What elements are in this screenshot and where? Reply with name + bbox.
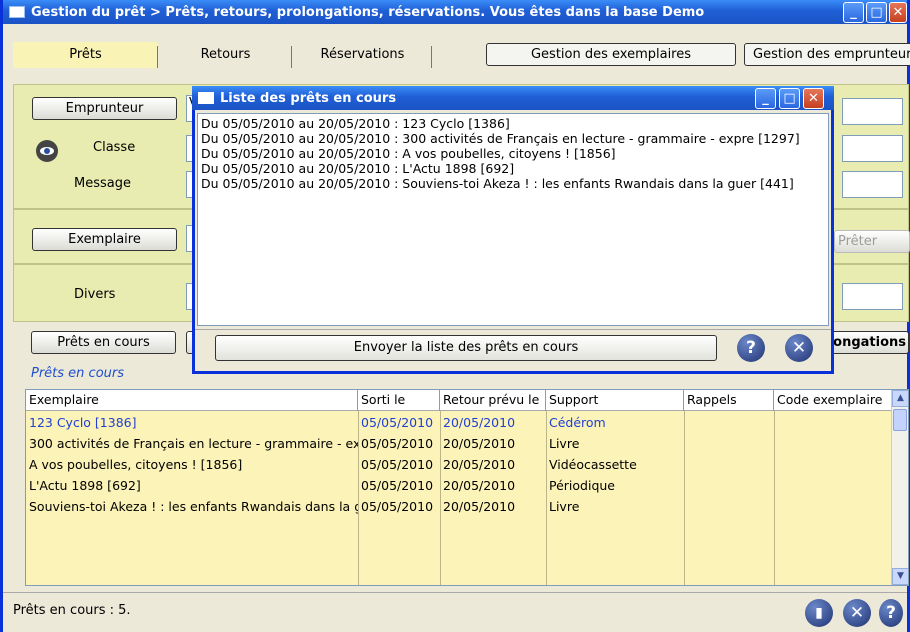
list-item: Du 05/05/2010 au 20/05/2010 : Souviens-t… xyxy=(201,176,794,191)
dialog-close-icon[interactable]: ✕ xyxy=(785,334,813,362)
scroll-thumb[interactable] xyxy=(893,409,907,431)
cell-exemplaire: 300 activités de Français en lecture - g… xyxy=(29,436,358,451)
cell-exemplaire: L'Actu 1898 [692] xyxy=(29,478,141,493)
scroll-down-icon[interactable]: ▼ xyxy=(892,568,908,585)
col-retour-prevu[interactable]: Retour prévu le xyxy=(440,390,546,411)
cell-exemplaire: A vos poubelles, citoyens ! [1856] xyxy=(29,457,243,472)
message-label: Message xyxy=(74,176,131,191)
col-support[interactable]: Support xyxy=(546,390,684,411)
emprunteur-button[interactable]: Emprunteur xyxy=(32,97,177,120)
minimize-button[interactable]: _ xyxy=(843,2,864,23)
cell-sorti: 05/05/2010 xyxy=(361,436,434,451)
right-field-2[interactable] xyxy=(842,135,903,162)
tab-prets[interactable]: Prêts xyxy=(13,42,158,68)
cell-retour: 20/05/2010 xyxy=(443,415,516,430)
loans-table-header: Exemplaire Sorti le Retour prévu le Supp… xyxy=(26,390,894,411)
col-exemplaire[interactable]: Exemplaire xyxy=(26,390,358,411)
cell-retour: 20/05/2010 xyxy=(443,499,516,514)
cell-support: Périodique xyxy=(549,478,615,493)
cell-support: Livre xyxy=(549,499,580,514)
dialog-title-bar: Liste des prêts en cours _ □ ✕ xyxy=(192,86,834,110)
scroll-up-icon[interactable]: ▲ xyxy=(892,390,908,407)
cell-exemplaire: Souviens-toi Akeza ! : les enfants Rwand… xyxy=(29,499,358,514)
col-code-exemplaire[interactable]: Code exemplaire xyxy=(774,390,894,411)
gestion-exemplaires-button[interactable]: Gestion des exemplaires xyxy=(486,43,736,66)
cell-retour: 20/05/2010 xyxy=(443,436,516,451)
dialog-minimize-button[interactable]: _ xyxy=(755,88,776,109)
classe-label: Classe xyxy=(93,140,136,155)
tab-retours[interactable]: Retours xyxy=(163,42,288,68)
col-sorti-le[interactable]: Sorti le xyxy=(358,390,440,411)
cell-support: Cédérom xyxy=(549,415,606,430)
tab-reservations[interactable]: Réservations xyxy=(295,42,430,68)
list-item: Du 05/05/2010 au 20/05/2010 : 300 activi… xyxy=(201,131,800,146)
prets-en-cours-button[interactable]: Prêts en cours xyxy=(31,331,176,354)
divers-field-right[interactable] xyxy=(842,283,903,310)
right-field-1[interactable] xyxy=(842,98,903,125)
cell-sorti: 05/05/2010 xyxy=(361,499,434,514)
title-bar: Gestion du prêt > Prêts, retours, prolon… xyxy=(3,0,907,24)
cell-exemplaire: 123 Cyclo [1386] xyxy=(29,415,137,430)
app-icon xyxy=(9,6,25,18)
table-row[interactable]: A vos poubelles, citoyens ! [1856] 05/05… xyxy=(26,454,892,475)
divers-label: Divers xyxy=(74,287,116,302)
cell-retour: 20/05/2010 xyxy=(443,478,516,493)
eye-icon[interactable] xyxy=(36,140,58,162)
close-icon[interactable]: ✕ xyxy=(843,599,871,627)
dialog-close-button[interactable]: ✕ xyxy=(803,88,824,109)
gestion-emprunteurs-button[interactable]: Gestion des emprunteurs xyxy=(744,43,910,66)
list-item: Du 05/05/2010 au 20/05/2010 : A vos poub… xyxy=(201,146,616,161)
list-item: Du 05/05/2010 au 20/05/2010 : 123 Cyclo … xyxy=(201,116,510,131)
loans-list-dialog: Liste des prêts en cours _ □ ✕ Du 05/05/… xyxy=(192,86,834,374)
help-icon[interactable]: ? xyxy=(879,599,903,627)
dialog-title: Liste des prêts en cours xyxy=(220,90,397,106)
table-row[interactable]: 123 Cyclo [1386] 05/05/2010 20/05/2010 C… xyxy=(26,412,892,433)
list-item: Du 05/05/2010 au 20/05/2010 : L'Actu 189… xyxy=(201,161,515,176)
cell-support: Livre xyxy=(549,436,580,451)
maximize-button[interactable]: □ xyxy=(866,2,887,23)
dialog-help-icon[interactable]: ? xyxy=(737,334,765,362)
table-row[interactable]: L'Actu 1898 [692] 05/05/2010 20/05/2010 … xyxy=(26,475,892,496)
cell-retour: 20/05/2010 xyxy=(443,457,516,472)
book-icon[interactable]: ▮ xyxy=(805,599,833,627)
col-rappels[interactable]: Rappels xyxy=(684,390,774,411)
window-title: Gestion du prêt > Prêts, retours, prolon… xyxy=(31,4,705,20)
close-window-button[interactable]: ✕ xyxy=(889,2,907,23)
cell-sorti: 05/05/2010 xyxy=(361,457,434,472)
loans-list[interactable]: Du 05/05/2010 au 20/05/2010 : 123 Cyclo … xyxy=(197,113,829,326)
right-field-3[interactable] xyxy=(842,171,903,198)
dialog-maximize-button[interactable]: □ xyxy=(779,88,800,109)
loans-table: Exemplaire Sorti le Retour prévu le Supp… xyxy=(25,389,909,586)
exemplaire-button[interactable]: Exemplaire xyxy=(32,228,177,251)
prets-en-cours-legend: Prêts en cours xyxy=(31,366,125,381)
cell-support: Vidéocassette xyxy=(549,457,637,472)
table-row[interactable]: 300 activités de Français en lecture - g… xyxy=(26,433,892,454)
prolongations-button[interactable]: ongations xyxy=(827,331,909,354)
send-list-button[interactable]: Envoyer la liste des prêts en cours xyxy=(215,335,717,361)
status-bar: Prêts en cours : 5. ▮ ✕ ? xyxy=(3,592,907,632)
cell-sorti: 05/05/2010 xyxy=(361,478,434,493)
preter-button[interactable]: Prêter xyxy=(834,230,910,253)
table-row[interactable]: Souviens-toi Akeza ! : les enfants Rwand… xyxy=(26,496,892,517)
status-count: Prêts en cours : 5. xyxy=(13,603,131,618)
table-scrollbar[interactable]: ▲ ▼ xyxy=(891,390,908,585)
dialog-app-icon xyxy=(198,92,214,104)
cell-sorti: 05/05/2010 xyxy=(361,415,434,430)
